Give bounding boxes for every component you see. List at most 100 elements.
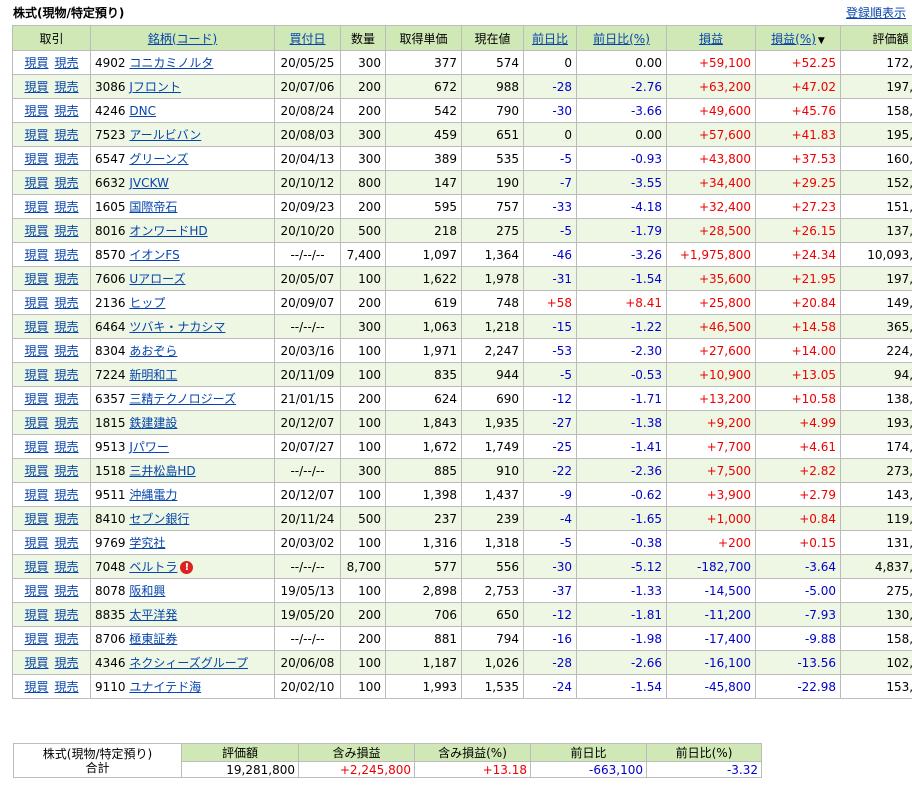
stock-name-link[interactable]: セブン銀行 (129, 512, 189, 526)
stock-name-link[interactable]: オンワードHD (129, 224, 207, 238)
buy-link[interactable]: 現買 (24, 344, 48, 358)
stock-name-link[interactable]: グリーンズ (129, 152, 188, 166)
stock-name-link[interactable]: アールビバン (129, 128, 201, 142)
sell-link[interactable]: 現売 (55, 104, 79, 118)
sell-link[interactable]: 現売 (55, 584, 79, 598)
sell-link[interactable]: 現売 (55, 248, 79, 262)
stock-name-link[interactable]: 三井松島HD (129, 464, 195, 478)
buy-link[interactable]: 現買 (24, 104, 48, 118)
stock-name-link[interactable]: 三精テクノロジーズ (129, 392, 236, 406)
sell-link[interactable]: 現売 (55, 608, 79, 622)
buy-link[interactable]: 現買 (24, 80, 48, 94)
stock-name-link[interactable]: 沖縄電力 (129, 488, 177, 502)
buy-link[interactable]: 現買 (24, 152, 48, 166)
register-order-link[interactable]: 登録順表示 (846, 4, 906, 21)
sell-link[interactable]: 現売 (55, 488, 79, 502)
buy-link[interactable]: 現買 (24, 224, 48, 238)
sell-link[interactable]: 現売 (55, 536, 79, 550)
stock-name-link[interactable]: ネクシィーズグループ (129, 656, 248, 670)
col-change[interactable]: 前日比 (523, 25, 577, 51)
buy-date: 20/06/08 (274, 650, 341, 675)
sell-link[interactable]: 現売 (55, 656, 79, 670)
stock-name-link[interactable]: 鉄建建設 (129, 416, 177, 430)
sort-stock-link[interactable]: 銘柄(コード) (148, 32, 217, 46)
stock-name-link[interactable]: Uアローズ (129, 272, 185, 286)
buy-link[interactable]: 現買 (24, 512, 48, 526)
profit-loss-pct: +2.82 (755, 458, 841, 483)
buy-link[interactable]: 現買 (24, 488, 48, 502)
buy-link[interactable]: 現買 (24, 392, 48, 406)
sell-link[interactable]: 現売 (55, 416, 79, 430)
sort-change-pct-link[interactable]: 前日比(%) (593, 32, 650, 46)
warning-icon[interactable]: ! (180, 561, 194, 574)
buy-link[interactable]: 現買 (24, 56, 48, 70)
stock-name-link[interactable]: Jパワー (129, 440, 169, 454)
sell-link[interactable]: 現売 (55, 680, 79, 694)
quantity: 300 (340, 314, 386, 339)
sell-link[interactable]: 現売 (55, 320, 79, 334)
col-pl[interactable]: 損益 (666, 25, 756, 51)
sort-change-link[interactable]: 前日比 (532, 32, 568, 46)
sell-link[interactable]: 現売 (55, 464, 79, 478)
buy-link[interactable]: 現買 (24, 656, 48, 670)
buy-link[interactable]: 現買 (24, 200, 48, 214)
sort-buy-date-link[interactable]: 買付日 (289, 32, 325, 46)
buy-link[interactable]: 現買 (24, 464, 48, 478)
buy-link[interactable]: 現買 (24, 536, 48, 550)
buy-link[interactable]: 現買 (24, 320, 48, 334)
sell-link[interactable]: 現売 (55, 152, 79, 166)
stock-name-link[interactable]: 太平洋発 (129, 608, 177, 622)
buy-link[interactable]: 現買 (24, 248, 48, 262)
sort-pl-pct-link[interactable]: 損益(%) (771, 32, 816, 46)
stock-name-link[interactable]: ユナイテド海 (129, 680, 201, 694)
stock-name-link[interactable]: 極東証券 (129, 632, 177, 646)
quantity: 100 (340, 362, 386, 387)
sell-link[interactable]: 現売 (55, 56, 79, 70)
stock-name-link[interactable]: 国際帝石 (129, 200, 177, 214)
buy-link[interactable]: 現買 (24, 440, 48, 454)
stock-name-link[interactable]: DNC (129, 104, 156, 118)
sell-link[interactable]: 現売 (55, 344, 79, 358)
stock-name-link[interactable]: イオンFS (129, 248, 179, 262)
buy-link[interactable]: 現買 (24, 608, 48, 622)
buy-link[interactable]: 現買 (24, 128, 48, 142)
stock-name-link[interactable]: ベルトラ (129, 560, 177, 574)
sell-link[interactable]: 現売 (55, 560, 79, 574)
stock-name-link[interactable]: 阪和興 (129, 584, 165, 598)
buy-link[interactable]: 現買 (24, 272, 48, 286)
sell-link[interactable]: 現売 (55, 632, 79, 646)
stock-name-link[interactable]: コニカミノルタ (129, 56, 213, 70)
buy-link[interactable]: 現買 (24, 296, 48, 310)
sort-pl-link[interactable]: 損益 (699, 32, 723, 46)
buy-link[interactable]: 現買 (24, 176, 48, 190)
sell-link[interactable]: 現売 (55, 512, 79, 526)
buy-link[interactable]: 現買 (24, 680, 48, 694)
col-pl-pct[interactable]: 損益(%) ▼ (755, 25, 841, 51)
sell-link[interactable]: 現売 (55, 224, 79, 238)
sell-link[interactable]: 現売 (55, 200, 79, 214)
stock-name-link[interactable]: ツバキ・ナカシマ (129, 320, 225, 334)
col-buy-date[interactable]: 買付日 (274, 25, 341, 51)
sell-link[interactable]: 現売 (55, 296, 79, 310)
sell-link[interactable]: 現売 (55, 272, 79, 286)
stock-name-link[interactable]: 学究社 (129, 536, 165, 550)
stock-name-link[interactable]: ヒップ (129, 296, 165, 310)
stock-name-link[interactable]: JVCKW (129, 176, 168, 190)
buy-link[interactable]: 現買 (24, 368, 48, 382)
sell-link[interactable]: 現売 (55, 440, 79, 454)
buy-link[interactable]: 現買 (24, 584, 48, 598)
profit-loss: +34,400 (666, 170, 756, 195)
buy-link[interactable]: 現買 (24, 560, 48, 574)
stock-name-link[interactable]: 新明和工 (129, 368, 177, 382)
sell-link[interactable]: 現売 (55, 368, 79, 382)
buy-link[interactable]: 現買 (24, 632, 48, 646)
sell-link[interactable]: 現売 (55, 80, 79, 94)
col-change-pct[interactable]: 前日比(%) (576, 25, 667, 51)
sell-link[interactable]: 現売 (55, 176, 79, 190)
stock-name-link[interactable]: Jフロント (129, 80, 181, 94)
buy-link[interactable]: 現買 (24, 416, 48, 430)
col-stock[interactable]: 銘柄(コード) (90, 25, 275, 51)
stock-name-link[interactable]: あおぞら (129, 344, 177, 358)
sell-link[interactable]: 現売 (55, 128, 79, 142)
sell-link[interactable]: 現売 (55, 392, 79, 406)
